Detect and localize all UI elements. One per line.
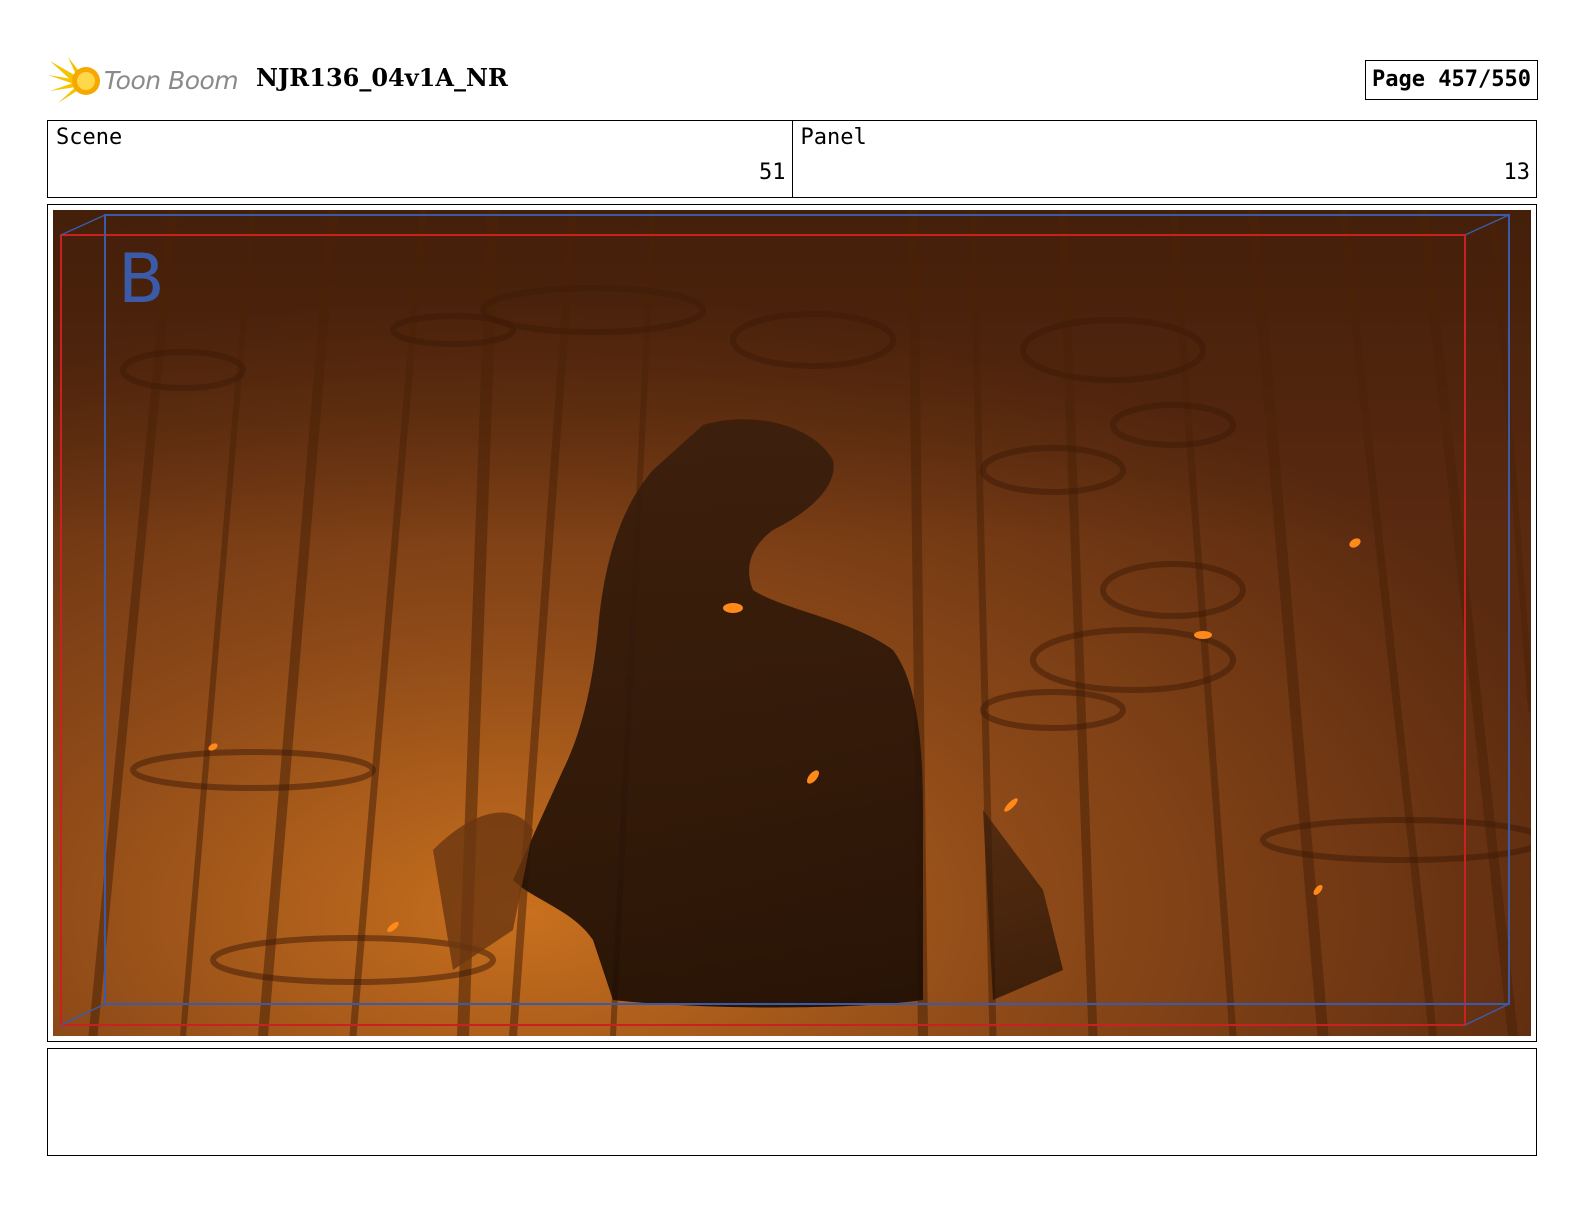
- project-title: NJR136_04v1A_NR: [256, 63, 508, 92]
- panel-cell: Panel 13: [791, 121, 1537, 197]
- starburst-icon: [48, 57, 100, 103]
- scene-cell: Scene 51: [48, 121, 792, 197]
- camera-letter: B: [118, 240, 165, 319]
- panel-label: Panel: [800, 125, 867, 150]
- storyboard-panel: B: [47, 204, 1537, 1042]
- scene-label: Scene: [56, 125, 123, 150]
- logo-text: Toon Boom: [104, 65, 239, 95]
- panel-value: 13: [1503, 160, 1531, 185]
- scene-panel-table: Scene 51 Panel 13: [47, 120, 1537, 198]
- scene-value: 51: [759, 160, 786, 185]
- page-header: Toon Boom NJR136_04v1A_NR Page 457/550: [48, 55, 1538, 105]
- panel-artwork: B: [53, 210, 1531, 1036]
- toon-boom-logo: Toon Boom: [48, 55, 239, 105]
- page-number: Page 457/550: [1365, 60, 1538, 100]
- notes-box: [47, 1048, 1537, 1156]
